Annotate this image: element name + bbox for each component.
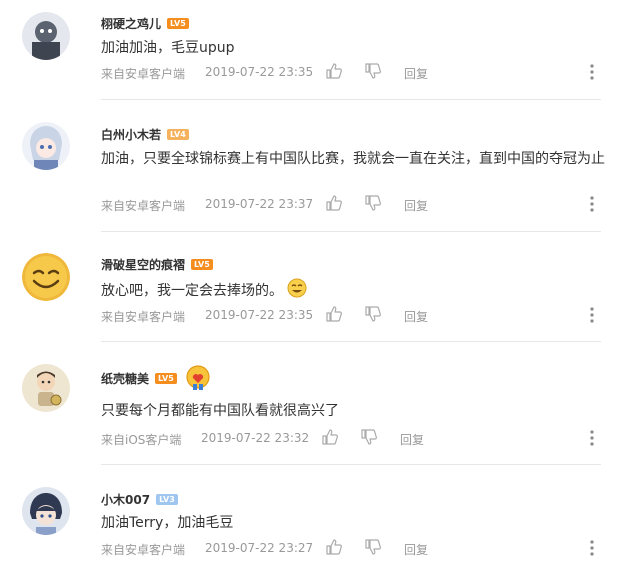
timestamp: 2019-07-22 23:32 xyxy=(201,431,310,445)
level-badge: LV4 xyxy=(167,128,189,140)
more-vertical-icon[interactable] xyxy=(589,539,595,557)
source-label: 来自iOS客户端 xyxy=(101,433,182,447)
smile-emoji-icon xyxy=(287,278,307,298)
timestamp: 2019-07-22 23:27 xyxy=(205,541,314,555)
level-badge: LV5 xyxy=(155,372,177,384)
more-vertical-icon[interactable] xyxy=(589,195,595,213)
source-label: 来自安卓客户端 xyxy=(101,310,186,324)
comment-header: 滑破星空的痕褶 LV5 xyxy=(101,254,213,274)
divider xyxy=(101,341,601,342)
thumbs-down-icon[interactable] xyxy=(364,538,382,556)
comment-header: 白州小木若 LV4 xyxy=(101,124,189,144)
reply-button[interactable]: 回复 xyxy=(404,65,428,82)
thumbs-up-icon[interactable] xyxy=(325,305,343,323)
username[interactable]: 纸壳糖美 xyxy=(101,370,149,387)
comment-meta: 来自安卓客户端 2019-07-22 23:37 回复 xyxy=(101,194,606,214)
reply-button[interactable]: 回复 xyxy=(400,431,424,448)
username[interactable]: 小木007 xyxy=(101,491,150,508)
username[interactable]: 白州小木若 xyxy=(101,126,161,143)
thumbs-down-icon[interactable] xyxy=(360,428,378,446)
avatar[interactable] xyxy=(22,487,70,535)
medal-icon xyxy=(186,365,210,390)
username[interactable]: 栩硬之鸡儿 xyxy=(101,15,161,32)
reply-button[interactable]: 回复 xyxy=(404,541,428,558)
reply-button[interactable]: 回复 xyxy=(404,308,428,325)
thumbs-down-icon[interactable] xyxy=(364,305,382,323)
more-vertical-icon[interactable] xyxy=(589,429,595,447)
thumbs-up-icon[interactable] xyxy=(325,194,343,212)
more-vertical-icon[interactable] xyxy=(589,63,595,81)
thumbs-down-icon[interactable] xyxy=(364,194,382,212)
thumbs-down-icon[interactable] xyxy=(364,62,382,80)
comment-meta: 来自安卓客户端 2019-07-22 23:27 回复 xyxy=(101,538,606,558)
source-label: 来自安卓客户端 xyxy=(101,199,186,213)
comment-text: 加油，只要全球锦标赛上有中国队比赛，我就会一直在关注，直到中国的夺冠为止 xyxy=(101,151,605,167)
avatar[interactable] xyxy=(22,12,70,60)
reply-button[interactable]: 回复 xyxy=(404,197,428,214)
comment-header: 栩硬之鸡儿 LV5 xyxy=(101,13,189,33)
avatar[interactable] xyxy=(22,253,70,301)
avatar[interactable] xyxy=(22,122,70,170)
comment-meta: 来自安卓客户端 2019-07-22 23:35 回复 xyxy=(101,62,606,82)
thumbs-up-icon[interactable] xyxy=(325,62,343,80)
divider xyxy=(101,464,601,465)
comment-text: 只要每个月都能有中国队看就很高兴了 xyxy=(101,403,339,419)
thumbs-up-icon[interactable] xyxy=(325,538,343,556)
comment-meta: 来自iOS客户端 2019-07-22 23:32 回复 xyxy=(101,428,606,448)
timestamp: 2019-07-22 23:35 xyxy=(205,308,314,322)
divider xyxy=(101,99,601,100)
comment-header: 纸壳糖美 LV5 xyxy=(101,365,211,390)
username[interactable]: 滑破星空的痕褶 xyxy=(101,256,185,273)
thumbs-up-icon[interactable] xyxy=(321,428,339,446)
source-label: 来自安卓客户端 xyxy=(101,67,186,81)
timestamp: 2019-07-22 23:37 xyxy=(205,197,314,211)
comment-meta: 来自安卓客户端 2019-07-22 23:35 回复 xyxy=(101,305,606,325)
comment-text: 加油加油，毛豆upup xyxy=(101,40,235,56)
level-badge: LV5 xyxy=(167,17,189,29)
timestamp: 2019-07-22 23:35 xyxy=(205,65,314,79)
divider xyxy=(101,231,601,232)
source-label: 来自安卓客户端 xyxy=(101,543,186,557)
comment-text: 放心吧，我一定会去捧场的。 xyxy=(101,278,606,302)
level-badge: LV5 xyxy=(191,258,213,270)
avatar[interactable] xyxy=(22,364,70,412)
comment-text: 加油Terry，加油毛豆 xyxy=(101,515,234,531)
comment-text-body: 放心吧，我一定会去捧场的。 xyxy=(101,283,283,299)
comment-header: 小木007 LV3 xyxy=(101,489,178,509)
more-vertical-icon[interactable] xyxy=(589,306,595,324)
level-badge: LV3 xyxy=(156,493,178,505)
